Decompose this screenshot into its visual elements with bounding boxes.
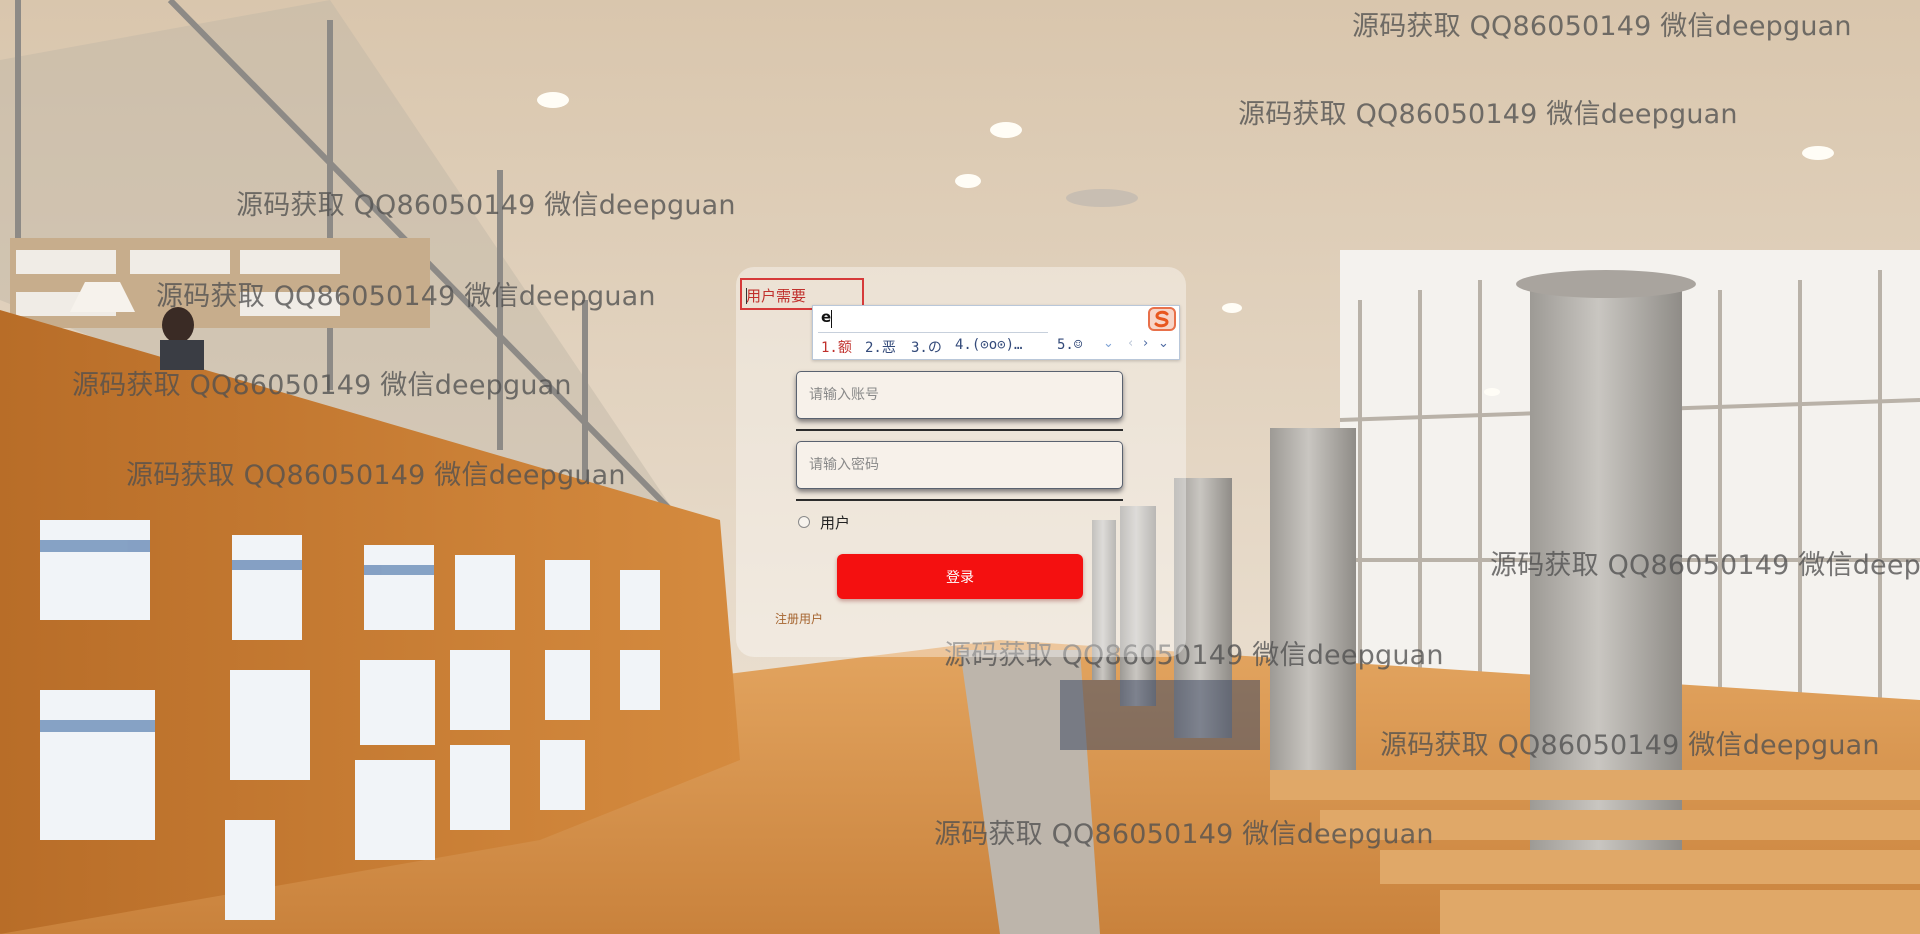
login-button[interactable]: 登录 [837, 554, 1083, 599]
password-input[interactable] [796, 441, 1123, 489]
ime-candidate[interactable]: 3.の [911, 337, 942, 357]
register-link[interactable]: 注册用户 [775, 610, 823, 627]
user-role-label[interactable]: 用户 [820, 512, 850, 533]
user-role-radio[interactable] [798, 516, 810, 528]
ime-caret [831, 310, 832, 328]
watermark-text: 源码获取 QQ86050149 微信deepguan [156, 281, 656, 312]
watermark-text: 源码获取 QQ86050149 微信deepguan [1238, 99, 1738, 130]
watermark-text: 源码获取 QQ86050149 微信deepguan [934, 819, 1434, 850]
ime-candidate[interactable]: 2.恶 [865, 337, 896, 357]
ime-composition-text: e [821, 308, 832, 326]
ime-candidate[interactable]: 4.(⊙o⊙)… [955, 337, 1022, 353]
ime-candidate[interactable]: 5.☺ [1057, 337, 1082, 353]
watermark-text: 源码获取 QQ86050149 微信deepguan [1490, 550, 1920, 581]
expand-icon[interactable]: ⌄ [1158, 336, 1169, 351]
watermark-text: 源码获取 QQ86050149 微信deepguan [1352, 11, 1852, 42]
chevron-right-icon[interactable]: › [1143, 336, 1148, 351]
watermark-text: 源码获取 QQ86050149 微信deepguan [1380, 730, 1880, 761]
account-underline [796, 429, 1123, 431]
password-underline [796, 499, 1123, 501]
text-cursor [746, 288, 747, 304]
watermark-text: 源码获取 QQ86050149 微信deepguan [126, 460, 626, 491]
ime-divider [818, 332, 1048, 333]
watermark-text: 源码获取 QQ86050149 微信deepguan [72, 370, 572, 401]
account-input[interactable] [796, 371, 1123, 419]
chevron-left-icon[interactable]: ‹ [1128, 336, 1133, 351]
chevron-down-icon[interactable]: ⌄ [1103, 336, 1114, 351]
sogou-logo-icon [1148, 307, 1176, 331]
card-title: 用户需要 [746, 287, 807, 305]
ime-candidate[interactable]: 1.额 [821, 337, 852, 357]
watermark-text: 源码获取 QQ86050149 微信deepguan [236, 190, 736, 221]
